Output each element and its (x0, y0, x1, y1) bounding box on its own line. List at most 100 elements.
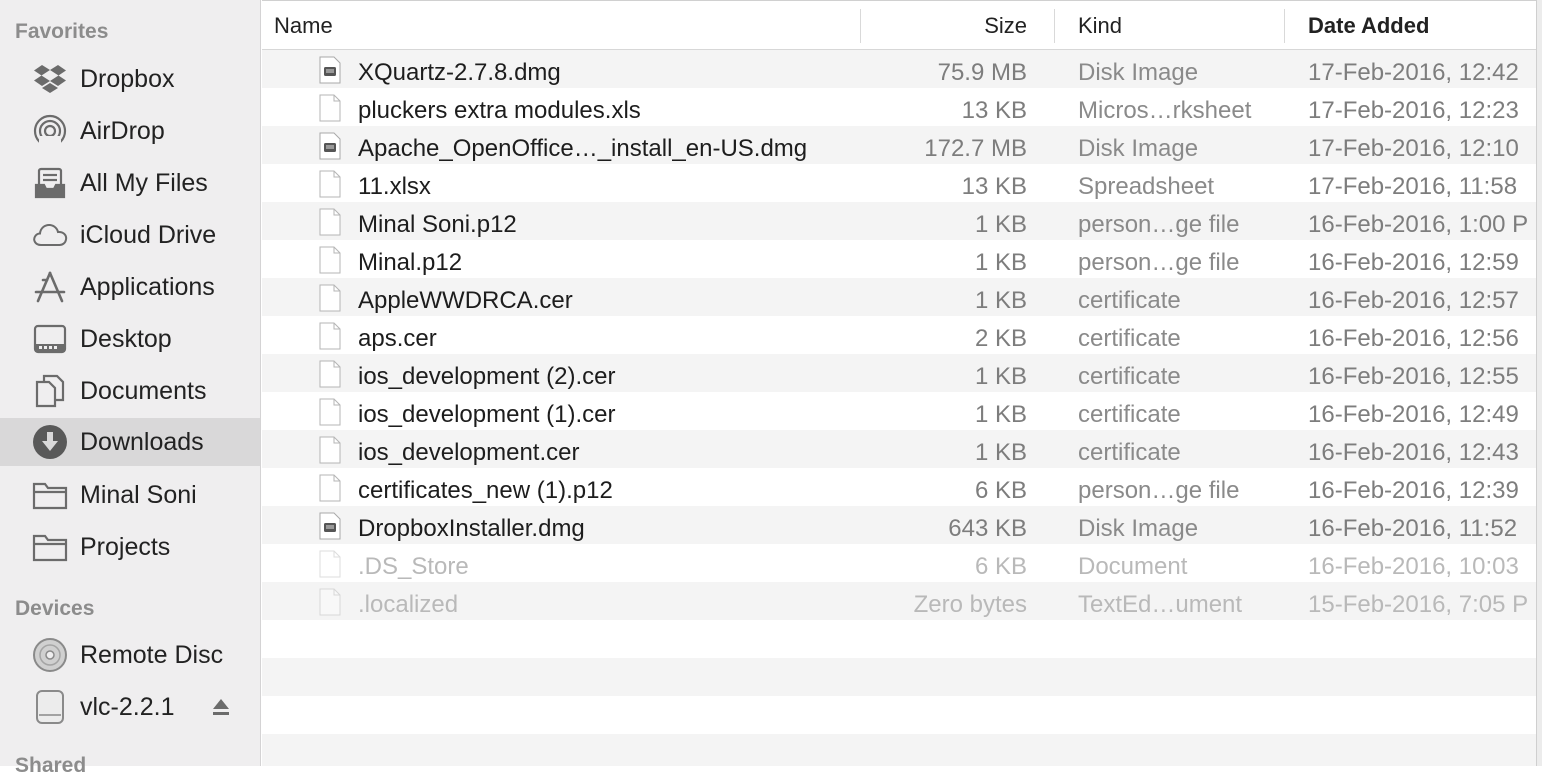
all-my-files-icon (32, 165, 68, 201)
file-date-cell: 16-Feb-2016, 10:03 (1308, 553, 1519, 580)
sidebar-item-label: Dropbox (80, 64, 175, 93)
document-file-icon (319, 246, 341, 274)
file-kind-cell: Disk Image (1078, 135, 1199, 162)
table-row[interactable]: DropboxInstaller.dmg 643 KB Disk Image 16-F… (262, 506, 1536, 544)
sidebar-item-documents[interactable]: Documents (0, 367, 260, 415)
column-kind-header[interactable]: Kind (1078, 1, 1122, 50)
file-size-cell: 1 KB (974, 249, 1027, 276)
file-size-cell: 643 KB (948, 515, 1027, 542)
sidebar-item-label: All My Files (80, 168, 208, 197)
file-name-cell: ios_development (2).cer (358, 363, 616, 390)
file-size-cell: 1 KB (974, 363, 1027, 390)
file-size-cell: 1 KB (974, 401, 1027, 428)
sidebar-item-projects[interactable]: Projects (0, 523, 260, 571)
eject-icon[interactable] (212, 697, 230, 717)
sidebar-item-dropbox[interactable]: Dropbox (0, 55, 260, 103)
documents-icon (32, 373, 68, 409)
column-divider[interactable] (860, 9, 861, 43)
empty-row (262, 734, 1536, 766)
table-row[interactable]: Apache_OpenOffice…_install_en-US.dmg 172.… (262, 126, 1536, 164)
document-file-icon (319, 94, 341, 122)
table-row[interactable]: .localized Zero bytes TextEd…ument 15-Feb-2… (262, 582, 1536, 620)
folder-icon (32, 529, 68, 565)
sidebar-item-vlc[interactable]: vlc-2.2.1 (0, 683, 260, 731)
table-row[interactable]: Minal Soni.p12 1 KB person…ge file 16-Feb-2… (262, 202, 1536, 240)
file-date-cell: 16-Feb-2016, 12:55 (1308, 363, 1519, 390)
document-file-icon (319, 588, 341, 616)
sidebar-item-airdrop[interactable]: AirDrop (0, 107, 260, 155)
file-kind-cell: certificate (1078, 439, 1181, 466)
sidebar: Favorites Dropbox AirDrop All My Files i… (0, 0, 261, 777)
disk-image-icon (32, 689, 68, 725)
column-size-header[interactable]: Size (984, 1, 1027, 50)
file-name-cell: XQuartz-2.7.8.dmg (358, 59, 561, 86)
file-date-cell: 15-Feb-2016, 7:05 P (1308, 591, 1529, 618)
sidebar-item-minal-soni[interactable]: Minal Soni (0, 471, 260, 519)
table-row[interactable]: 11.xlsx 13 KB Spreadsheet 17-Feb-2016, 11:5… (262, 164, 1536, 202)
file-rows: XQuartz-2.7.8.dmg 75.9 MB Disk Image 17-Feb… (262, 50, 1536, 620)
sidebar-item-applications[interactable]: Applications (0, 263, 260, 311)
table-row[interactable]: aps.cer 2 KB certificate 16-Feb-2016, 12:56 (262, 316, 1536, 354)
sidebar-item-label: Minal Soni (80, 480, 197, 509)
sidebar-item-icloud-drive[interactable]: iCloud Drive (0, 211, 260, 259)
file-kind-cell: Disk Image (1078, 59, 1199, 86)
file-size-cell: 13 KB (961, 173, 1027, 200)
file-name-cell: ios_development.cer (358, 439, 580, 466)
empty-rows (262, 620, 1536, 766)
file-name-cell: pluckers extra modules.xls (358, 97, 641, 124)
file-name-cell: Minal Soni.p12 (358, 211, 517, 238)
table-row[interactable]: certificates_new (1).p12 6 KB person…ge fi… (262, 468, 1536, 506)
sidebar-item-remote-disc[interactable]: Remote Disc (0, 631, 260, 679)
table-row[interactable]: AppleWWDRCA.cer 1 KB certificate 16-Feb-201… (262, 278, 1536, 316)
table-row[interactable]: XQuartz-2.7.8.dmg 75.9 MB Disk Image 17-Feb… (262, 50, 1536, 88)
sidebar-item-all-my-files[interactable]: All My Files (0, 159, 260, 207)
file-date-cell: 16-Feb-2016, 12:39 (1308, 477, 1519, 504)
sidebar-item-label: Projects (80, 532, 171, 561)
table-row[interactable]: ios_development.cer 1 KB certificate 16-Feb… (262, 430, 1536, 468)
column-divider[interactable] (1054, 9, 1055, 43)
file-kind-cell: TextEd…ument (1078, 591, 1243, 618)
file-name-cell: ios_development (1).cer (358, 401, 616, 428)
file-date-cell: 17-Feb-2016, 11:58 (1308, 173, 1518, 200)
document-file-icon (319, 474, 341, 502)
sidebar-item-label: Applications (80, 272, 215, 301)
file-name-cell: certificates_new (1).p12 (358, 477, 613, 504)
sidebar-item-desktop[interactable]: Desktop (0, 315, 260, 363)
desktop-icon (32, 321, 68, 357)
file-size-cell: 2 KB (974, 325, 1027, 352)
table-row[interactable]: .DS_Store 6 KB Document 16-Feb-2016, 10:03 (262, 544, 1536, 582)
file-kind-cell: person…ge file (1078, 211, 1240, 238)
table-row[interactable]: Minal.p12 1 KB person…ge file 16-Feb-2016, … (262, 240, 1536, 278)
column-divider[interactable] (1284, 9, 1285, 43)
file-name-cell: .DS_Store (358, 553, 469, 580)
document-file-icon (319, 550, 341, 578)
file-date-cell: 16-Feb-2016, 12:59 (1308, 249, 1519, 276)
file-kind-cell: certificate (1078, 287, 1181, 314)
empty-row (262, 658, 1536, 696)
table-row[interactable]: ios_development (1).cer 1 KB certificate 16… (262, 392, 1536, 430)
sidebar-item-label: vlc-2.2.1 (80, 692, 175, 721)
file-name-cell: AppleWWDRCA.cer (358, 287, 573, 314)
file-date-cell: 17-Feb-2016, 12:42 (1308, 59, 1519, 86)
file-name-cell: .localized (358, 591, 459, 618)
empty-row (262, 620, 1536, 658)
disk-image-file-icon (319, 56, 341, 84)
file-size-cell: 6 KB (974, 477, 1027, 504)
file-date-cell: 16-Feb-2016, 1:00 P (1308, 211, 1529, 238)
table-row[interactable]: pluckers extra modules.xls 13 KB Micros…rk… (262, 88, 1536, 126)
file-date-cell: 17-Feb-2016, 12:23 (1308, 97, 1519, 124)
table-row[interactable]: ios_development (2).cer 1 KB certificate 16… (262, 354, 1536, 392)
file-date-cell: 17-Feb-2016, 12:10 (1308, 135, 1519, 162)
devices-heading: Devices (15, 597, 95, 620)
file-kind-cell: certificate (1078, 363, 1181, 390)
column-name-header[interactable]: Name (274, 1, 333, 50)
column-date-added-header[interactable]: Date Added (1308, 1, 1429, 50)
sidebar-item-downloads[interactable]: Downloads (0, 418, 260, 466)
file-kind-cell: certificate (1078, 401, 1181, 428)
sidebar-item-label: Downloads (80, 427, 204, 456)
file-kind-cell: Document (1078, 553, 1188, 580)
file-kind-cell: Spreadsheet (1078, 173, 1215, 200)
document-file-icon (319, 322, 341, 350)
empty-row (262, 696, 1536, 734)
file-kind-cell: Disk Image (1078, 515, 1199, 542)
